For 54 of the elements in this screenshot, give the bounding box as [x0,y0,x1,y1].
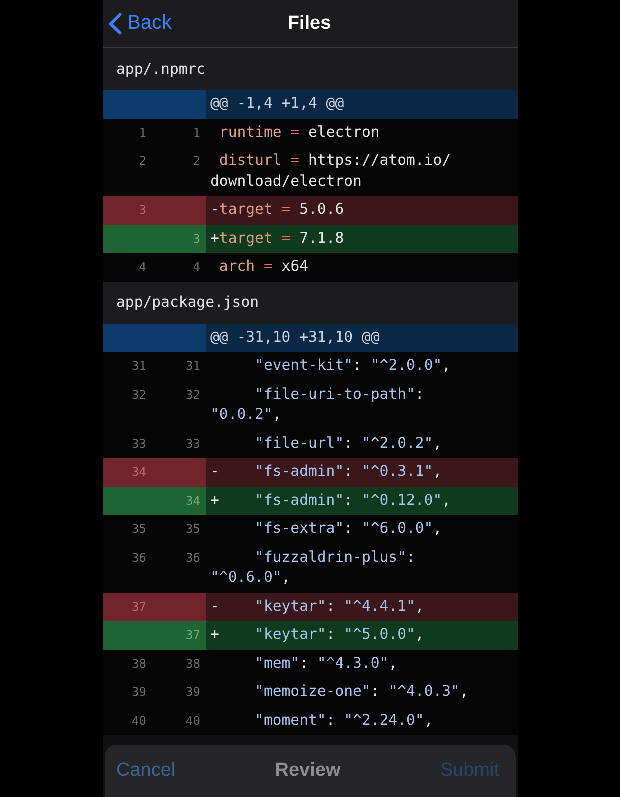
old-line-number: 39 [132,685,146,699]
old-line-number: 37 [132,600,146,614]
code-line: "fs-extra": "^6.0.0", [254,519,442,539]
old-line-number: 3 [139,203,146,217]
new-line-number: 36 [186,550,200,564]
old-line-number: 2 [139,154,146,168]
old-line-number: 33 [132,436,146,450]
code-line: "event-kit": "^2.0.0", [254,356,452,376]
old-line-number: 4 [139,260,146,274]
new-line-number: 37 [186,628,200,642]
cancel-button[interactable]: Cancel [114,756,178,786]
code-line: +target = 7.1.8 [210,228,344,248]
back-button[interactable]: Back [108,8,176,39]
new-line-number: 4 [193,260,200,274]
code-line: + "fs-admin": "^0.12.0", [210,490,452,510]
new-line-number: 39 [186,685,200,699]
new-line-number: 2 [193,154,200,168]
old-line-number: 1 [139,126,146,140]
new-line-number: 34 [186,494,200,508]
old-line-number: 40 [132,714,146,728]
new-line-number: 32 [186,388,200,402]
old-line-number: 34 [132,465,146,479]
new-line-number: 31 [186,359,200,373]
code-line: + "keytar": "^5.0.0", [210,625,424,645]
code-line: "mem": "^4.3.0", [254,654,398,674]
toolbar-title: Review [275,760,341,782]
old-line-number: 36 [132,550,146,564]
nav-title: Files [288,12,332,34]
new-line-number: 38 [186,656,200,670]
old-line-number: 31 [132,359,146,373]
code-line: disturl = https://atom.io/ download/electron [210,151,452,192]
new-line-number: 35 [186,522,200,536]
hunk-range: @@ -1,4 +1,4 @@ [210,94,344,114]
code-line: "file-url": "^2.0.2", [254,434,442,454]
code-line: "memoize-one": "^4.0.3", [254,682,469,702]
old-line-number: 32 [132,388,146,402]
code-line: arch = x64 [218,257,309,277]
code-line: - "fs-admin": "^0.3.1", [210,462,442,482]
file-path: app/package.json [116,294,260,311]
chevron-left-icon [108,12,122,34]
old-line-number: 38 [132,656,146,670]
new-line-number: 1 [193,126,200,140]
old-line-number: 35 [132,522,146,536]
hunk-range: @@ -31,10 +31,10 @@ [210,328,380,348]
code-line: - "keytar": "^4.4.1", [210,596,424,616]
code-line: runtime = electron [218,122,380,142]
code-line: "moment": "^2.24.0", [254,710,434,730]
code-line: "fuzzaldrin-plus": "^0.6.0", [210,548,416,588]
new-line-number: 33 [186,436,200,450]
file-path: app/.npmrc [116,60,206,78]
code-line: "file-uri-to-path": "0.0.2", [210,384,426,425]
code-line: -target = 5.0.6 [210,200,344,220]
new-line-number: 40 [186,714,200,728]
new-line-number: 3 [193,232,200,246]
